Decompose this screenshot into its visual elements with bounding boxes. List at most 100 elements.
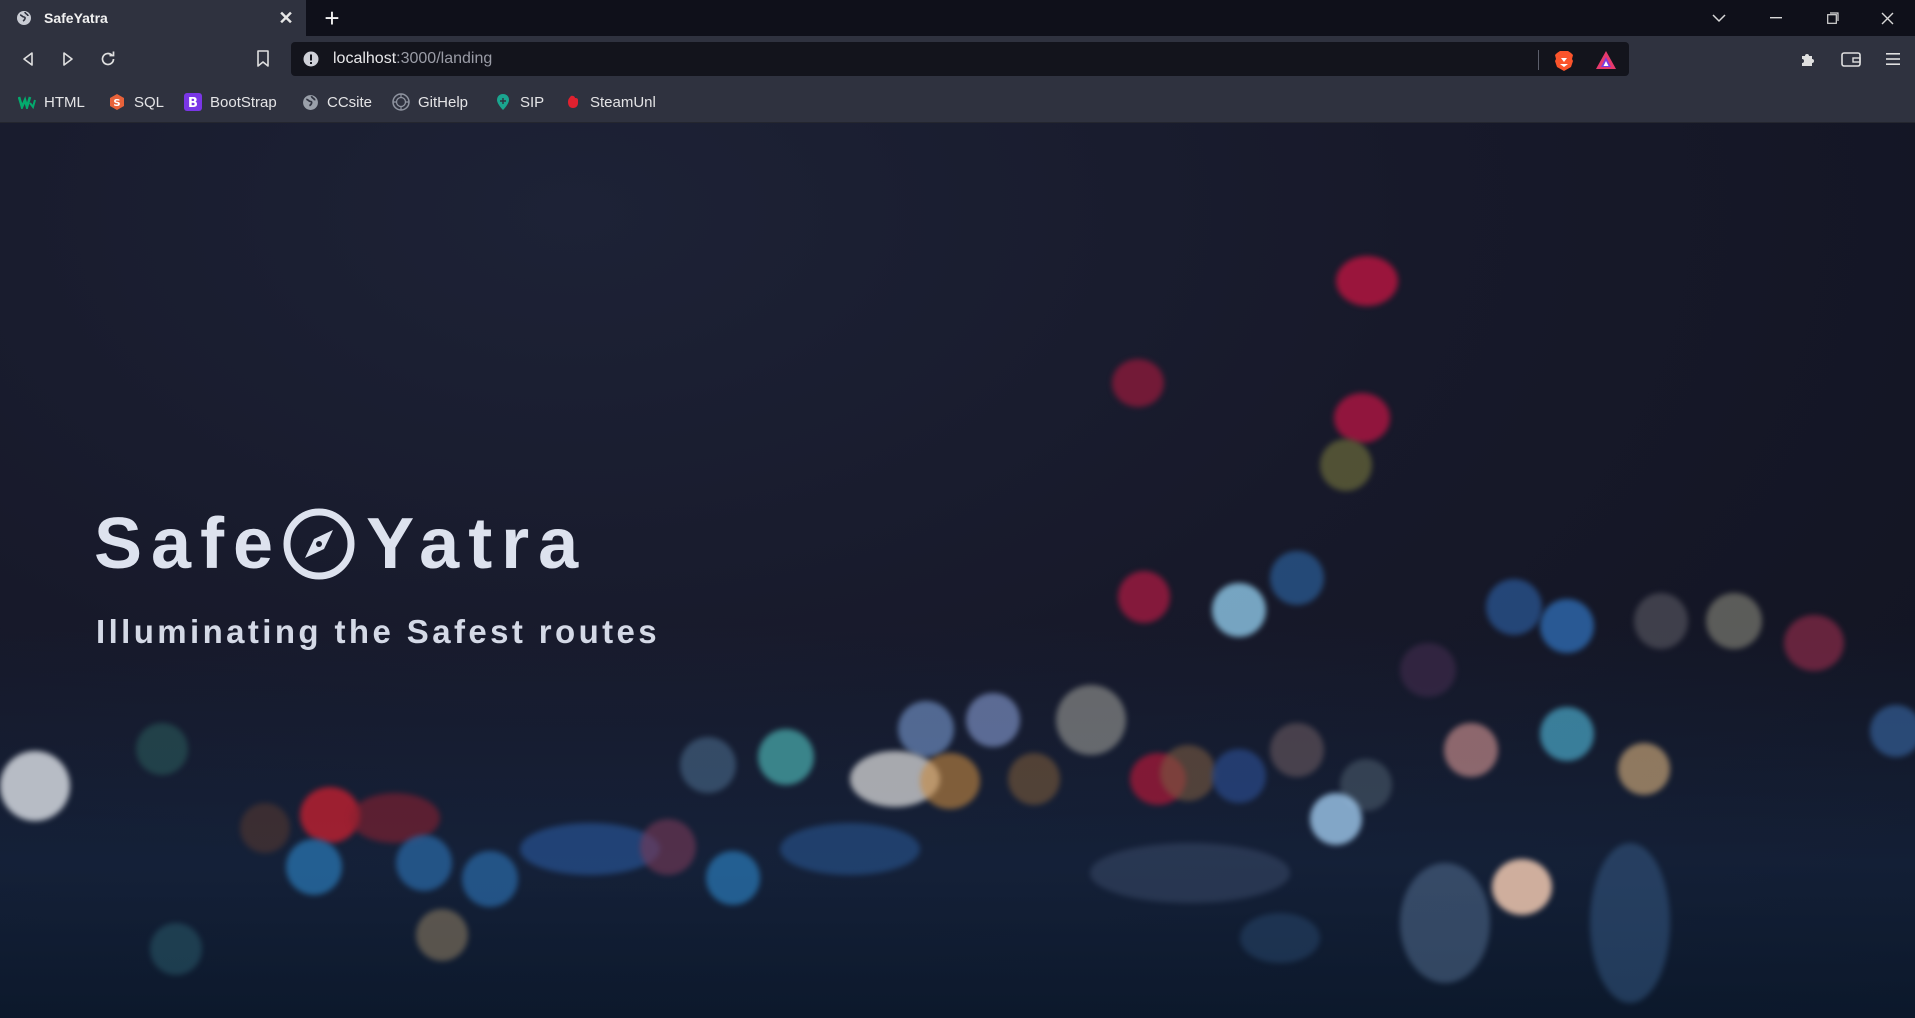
chevron-down-icon — [1712, 14, 1726, 23]
globe-icon — [301, 93, 319, 111]
close-window-button[interactable] — [1859, 0, 1915, 36]
restore-button[interactable] — [1805, 0, 1861, 36]
bokeh-light — [396, 835, 452, 891]
bookmark-sql[interactable]: S SQL — [108, 90, 164, 114]
bokeh-light — [1540, 599, 1594, 653]
url-path: :3000/landing — [396, 50, 493, 67]
sip-icon — [494, 93, 512, 111]
bokeh-light — [680, 737, 736, 793]
bokeh-light — [1270, 723, 1324, 777]
bokeh-light — [1400, 643, 1456, 697]
bokeh-light — [706, 851, 760, 905]
bokeh-light — [780, 823, 920, 875]
reload-button[interactable] — [94, 45, 122, 73]
browser-toolbar: localhost:3000/landing — [0, 36, 1915, 82]
bokeh-light — [1618, 743, 1670, 795]
close-icon — [1881, 12, 1893, 24]
bokeh-light — [1056, 685, 1126, 755]
tab-strip: SafeYatra ✕ + — [0, 0, 1915, 36]
bokeh-light — [286, 839, 342, 895]
bokeh-light — [1310, 793, 1362, 845]
bookmark-label: SQL — [134, 93, 165, 111]
bokeh-light — [136, 723, 188, 775]
bookmark-label: GitHelp — [418, 93, 469, 111]
bookmark-html[interactable]: HTML — [18, 90, 85, 114]
bokeh-light — [1590, 843, 1670, 1003]
new-tab-button[interactable]: + — [318, 4, 346, 32]
back-button[interactable] — [14, 45, 42, 73]
bokeh-light — [1784, 615, 1844, 671]
bokeh-light — [1320, 439, 1372, 491]
svg-text:S: S — [113, 98, 120, 109]
tab-close-icon[interactable]: ✕ — [272, 8, 300, 29]
bokeh-light — [1400, 863, 1490, 983]
tab-title: SafeYatra — [44, 10, 108, 26]
bootstrap-icon: B — [184, 93, 202, 111]
brand-text-yatra: Yatra — [366, 504, 588, 584]
bookmark-label: HTML — [44, 93, 85, 111]
extensions-icon — [1802, 54, 1814, 66]
bokeh-light — [1444, 723, 1498, 777]
bokeh-light — [898, 701, 954, 757]
compass-icon — [282, 507, 356, 581]
github-icon — [392, 93, 410, 111]
main-menu-button[interactable] — [1879, 45, 1907, 73]
bokeh-light — [1090, 843, 1290, 903]
bookmark-label: SteamUnl — [590, 93, 656, 111]
minimize-button[interactable] — [1748, 0, 1804, 36]
bokeh-light — [462, 851, 518, 907]
restore-icon — [1827, 12, 1839, 24]
bookmark-icon — [257, 50, 269, 67]
bokeh-light — [150, 923, 202, 975]
bokeh-light — [920, 753, 980, 809]
bokeh-light — [1492, 859, 1552, 915]
w3schools-icon — [18, 93, 36, 111]
bookmark-ccsite[interactable]: CCsite — [301, 90, 372, 114]
bokeh-light — [1008, 753, 1060, 805]
bokeh-light — [416, 909, 468, 961]
brave-shields-icon[interactable] — [1554, 50, 1574, 77]
bokeh-light — [1212, 749, 1266, 803]
tab-safeyatra[interactable]: SafeYatra ✕ — [0, 0, 306, 36]
brave-rewards-icon[interactable] — [1595, 50, 1617, 75]
site-info-icon[interactable] — [303, 51, 319, 67]
bokeh-light — [1334, 393, 1390, 443]
extensions-button[interactable] — [1794, 45, 1822, 73]
address-bar[interactable]: localhost:3000/landing — [291, 42, 1629, 76]
menu-icon — [1886, 53, 1900, 65]
bokeh-light — [1706, 593, 1762, 649]
bokeh-light — [1870, 705, 1915, 757]
bokeh-light — [1336, 256, 1398, 306]
landing-page: Safe Yatra Illuminating the Safest route… — [0, 123, 1915, 1018]
bokeh-light — [1118, 571, 1170, 623]
bokeh-light — [1540, 707, 1594, 761]
bookmark-page-button[interactable] — [249, 45, 277, 73]
bookmark-sip[interactable]: SIP — [494, 90, 544, 114]
forward-button[interactable] — [54, 45, 82, 73]
steam-icon — [564, 93, 582, 111]
url-host: localhost — [333, 50, 397, 67]
bokeh-light — [1486, 579, 1542, 635]
bokeh-light — [0, 751, 70, 821]
bookmark-steamunl[interactable]: SteamUnl — [564, 90, 656, 114]
reload-icon — [101, 51, 115, 66]
bookmark-bootstrap[interactable]: B BootStrap — [184, 90, 277, 114]
bokeh-light — [640, 819, 696, 875]
bokeh-light — [520, 823, 660, 875]
bookmark-githelp[interactable]: GitHelp — [392, 90, 468, 114]
minimize-icon — [1770, 17, 1782, 19]
hero-tagline: Illuminating the Safest routes — [96, 613, 661, 650]
bokeh-light — [758, 729, 814, 785]
wallet-button[interactable] — [1837, 45, 1865, 73]
bookmarks-bar: HTML S SQL B BootStrap CCsite GitHelp SI… — [0, 82, 1915, 123]
svg-text:B: B — [188, 96, 198, 111]
bokeh-light — [1634, 593, 1688, 649]
bokeh-light — [1240, 913, 1320, 963]
forward-icon — [63, 52, 73, 66]
url-text[interactable]: localhost:3000/landing — [333, 50, 492, 68]
bokeh-light — [1160, 745, 1216, 801]
bokeh-light — [240, 803, 290, 853]
bokeh-light — [966, 693, 1020, 747]
tab-search-button[interactable] — [1691, 0, 1747, 36]
bokeh-light — [1112, 359, 1164, 407]
